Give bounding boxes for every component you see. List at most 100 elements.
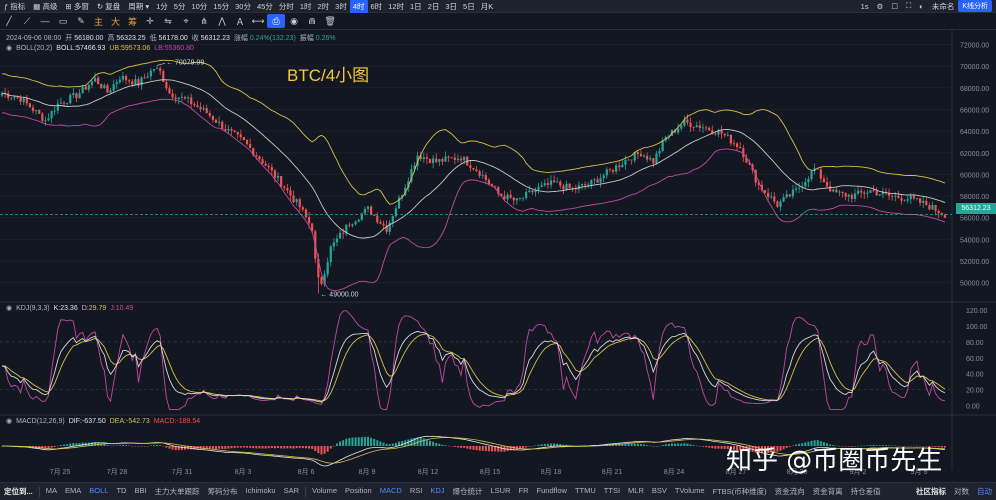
chart-area[interactable]: 72000.00 70000.00 68000.00 66000.00 64000.00… [0,30,996,482]
main-indicator-5[interactable]: 主力大单跟踪 [151,486,204,497]
main-force-button[interactable]: 主 [90,15,107,28]
macd-bar [329,446,332,449]
sub-indicator-15[interactable]: 资金流向 [771,486,809,497]
period-0[interactable]: 1分 [153,0,171,13]
candle-body [791,189,795,197]
sub-indicator-6[interactable]: LSUR [487,486,515,497]
cursor-tool-icon[interactable]: ⌖ [177,14,195,28]
brush-tool-icon[interactable]: ✎ [72,14,90,28]
candle-body [835,189,838,193]
eye-icon[interactable]: ◉ [6,417,12,425]
candle-body [897,195,900,199]
text-tool-icon[interactable]: Ａ [231,14,249,28]
locate-button[interactable]: 定位到... [0,486,37,497]
period-12[interactable]: 12时 [385,0,407,13]
eye-tool-icon[interactable]: ◉ [285,14,303,28]
sub-indicator-3[interactable]: RSI [406,486,427,497]
main-indicator-7[interactable]: Ichimoku [242,486,280,497]
sub-indicator-5[interactable]: 爆仓统计 [449,486,487,497]
kline-analysis-button[interactable]: K线分析 [958,0,992,12]
candle-body [639,154,643,157]
period-9[interactable]: 3时 [332,0,350,13]
chips-button[interactable]: 筹 [124,15,141,28]
sub-indicator-7[interactable]: FR [515,486,533,497]
period-1[interactable]: 5分 [171,0,189,13]
community-indicator-button[interactable]: 社区指标 [912,486,950,497]
main-indicator-6[interactable]: 筹码分布 [204,486,242,497]
auto-scale-toggle[interactable]: 自动 [973,486,996,497]
period-6[interactable]: 分时 [276,0,297,13]
main-indicator-8[interactable]: SAR [280,486,303,497]
sub-indicator-9[interactable]: TTMU [571,486,600,497]
candle-body [106,85,109,93]
candle-body [704,127,708,129]
sub-indicator-16[interactable]: 资金背离 [809,486,847,497]
period-2[interactable]: 10分 [188,0,210,13]
sub-indicator-4[interactable]: KDJ [426,486,448,497]
big-order-button[interactable]: 大 [107,15,124,28]
candle-body [891,195,894,197]
toolbar-right-item-2[interactable]: ☐ [887,0,902,13]
toolbar-right-item-5[interactable]: 未命名 [928,0,959,13]
sub-indicator-8[interactable]: Fundflow [533,486,571,497]
period-8[interactable]: 2时 [314,0,332,13]
eye-icon[interactable]: ◉ [6,44,12,52]
sub-indicator-1[interactable]: Position [341,486,376,497]
main-indicator-0[interactable]: MA [42,486,61,497]
toolbar-right-item-1[interactable]: ⚙ [873,0,888,13]
sub-indicator-2[interactable]: MACD [376,486,406,497]
trash-icon[interactable]: 🗑 [321,14,339,28]
cross-tool-icon[interactable]: ✛ [141,14,159,28]
line-tool-icon[interactable]: ╱ [0,14,18,28]
candle-body [810,170,813,179]
sub-indicator-11[interactable]: MLR [624,486,648,497]
sub-indicator-17[interactable]: 持仓差值 [847,486,885,497]
period-15[interactable]: 3日 [442,0,460,13]
toolbar-right-item-3[interactable]: ⛶ [902,0,915,13]
period-16[interactable]: 5日 [460,0,478,13]
period-3[interactable]: 15分 [210,0,232,13]
candle-body [180,96,183,98]
eye-icon[interactable]: ◉ [6,304,12,312]
period-10[interactable]: 4时 [349,0,368,13]
hline-tool-icon[interactable]: — [36,14,54,28]
candle-body [357,219,360,222]
pattern-tool-icon[interactable]: ⋀ [213,14,231,28]
period-5[interactable]: 45分 [254,0,276,13]
candle-body [549,180,553,185]
main-indicator-4[interactable]: BBI [130,486,150,497]
main-indicator-2[interactable]: BOLL [85,486,112,497]
log-scale-toggle[interactable]: 对数 [950,486,973,497]
period-14[interactable]: 2日 [425,0,443,13]
macd-bar [230,446,233,449]
indicator-menu[interactable]: ƒ 指标 [0,0,29,13]
sub-indicator-10[interactable]: TTSI [600,486,624,497]
advanced-menu[interactable]: ▦ 高级 [29,0,61,13]
measure-tool-icon[interactable]: ⟷ [249,14,267,28]
toolbar-right-item-4[interactable]: ◐ [915,0,928,13]
rect-tool-icon[interactable]: ▭ [54,14,72,28]
period-13[interactable]: 1日 [407,0,425,13]
candle-body [224,129,227,131]
sub-indicator-12[interactable]: BSV [648,486,671,497]
period-menu[interactable]: 周期 ▾ [124,0,153,13]
period-11[interactable]: 6时 [368,0,386,13]
ray-tool-icon[interactable]: ⟋ [18,14,36,28]
fib-tool-icon[interactable]: ⋔ [195,14,213,28]
candle-body [686,119,689,123]
compare-tool-icon[interactable]: ⇋ [159,14,177,28]
sub-indicator-0[interactable]: Volume [308,486,341,497]
time-tick: 8月 15 [480,468,501,476]
period-4[interactable]: 30分 [232,0,254,13]
toolbar-right-item-0[interactable]: 1s [857,0,873,13]
magnet-tool-icon[interactable]: ⋒ [303,14,321,28]
sub-indicator-14[interactable]: FTBS(币种维度) [709,486,771,497]
lock-tool-icon[interactable]: ⎙ [267,14,286,28]
review-menu[interactable]: ↻ 复盘 [93,0,124,13]
main-indicator-3[interactable]: TD [112,486,130,497]
period-17[interactable]: 月K [478,0,497,13]
sub-indicator-13[interactable]: TVolume [671,486,709,497]
main-indicator-1[interactable]: EMA [61,486,85,497]
period-7[interactable]: 1时 [297,0,315,13]
multi-window-menu[interactable]: ⊞ 多窗 [61,0,92,13]
